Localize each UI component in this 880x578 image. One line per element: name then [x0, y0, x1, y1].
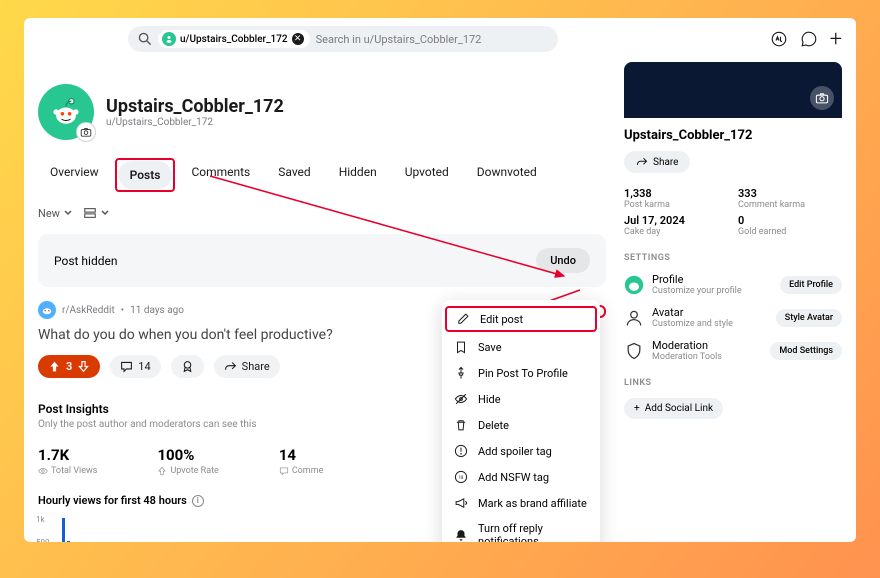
post-overflow-menu: Edit post Save Pin Post To Profile Hide … [442, 300, 600, 542]
profile-tabs: Overview Posts Comments Saved Hidden Upv… [38, 158, 606, 192]
info-icon[interactable]: i [192, 495, 204, 507]
shield-icon [624, 341, 644, 361]
cake-day-value: Jul 17, 2024 [624, 214, 728, 227]
profile-banner [624, 62, 842, 118]
chevron-down-icon [63, 208, 73, 218]
megaphone-icon [454, 496, 468, 510]
subreddit-link[interactable]: r/AskReddit [62, 305, 115, 316]
create-icon[interactable]: + [830, 27, 842, 52]
chip-label: u/Upstairs_Cobbler_172 [180, 34, 288, 45]
post-age: 11 days ago [130, 305, 184, 316]
ads-icon[interactable] [770, 30, 788, 48]
award-button[interactable] [171, 355, 204, 378]
chevron-down-icon [100, 208, 110, 218]
nsfw-icon: 18 [454, 470, 468, 484]
menu-pin[interactable]: Pin Post To Profile [442, 360, 600, 386]
eye-icon [38, 466, 48, 476]
chart-title: Hourly views for first 48 hours [38, 494, 187, 507]
tab-saved[interactable]: Saved [266, 158, 322, 192]
search-scope-chip[interactable]: u/Upstairs_Cobbler_172 ✕ [158, 30, 310, 48]
menu-brand[interactable]: Mark as brand affiliate [442, 490, 600, 516]
profile-avatar [38, 84, 94, 140]
views-value: 1.7K [38, 446, 97, 464]
pin-icon [454, 366, 468, 380]
tab-posts[interactable]: Posts [118, 161, 173, 189]
score: 3 [66, 360, 72, 373]
share-icon [224, 360, 237, 373]
menu-spoiler[interactable]: Add spoiler tag [442, 438, 600, 464]
menu-hide[interactable]: Hide [442, 386, 600, 412]
bell-icon [454, 528, 468, 542]
chat-icon[interactable] [800, 30, 818, 48]
chip-remove-icon[interactable]: ✕ [292, 33, 304, 45]
profile-avatar-small-icon [624, 275, 644, 295]
banner-camera-button[interactable] [810, 86, 834, 110]
menu-edit-post[interactable]: Edit post [445, 306, 597, 332]
profile-display-name: Upstairs_Cobbler_172 [106, 96, 284, 117]
comment-icon [120, 360, 133, 373]
edit-profile-button[interactable]: Edit Profile [780, 276, 842, 294]
camera-icon [815, 91, 829, 105]
svg-text:18: 18 [459, 476, 464, 481]
post-karma-value: 1,338 [624, 187, 728, 200]
tab-comments[interactable]: Comments [179, 158, 262, 192]
profile-handle: u/Upstairs_Cobbler_172 [106, 117, 284, 128]
award-icon [181, 360, 194, 373]
share-profile-button[interactable]: Share [624, 151, 690, 173]
undo-button[interactable]: Undo [536, 248, 590, 273]
layout-dropdown[interactable] [83, 206, 110, 220]
layout-icon [83, 206, 97, 220]
tab-overview[interactable]: Overview [38, 158, 111, 192]
sort-dropdown[interactable]: New [38, 207, 73, 220]
plus-icon: + [634, 403, 640, 414]
pencil-icon [456, 312, 470, 326]
comments-button[interactable]: 14 [110, 355, 160, 378]
mod-settings-button[interactable]: Mod Settings [770, 342, 842, 360]
upvote-icon[interactable] [48, 360, 61, 373]
gold-value: 0 [738, 214, 842, 227]
comment-small-icon [279, 466, 289, 476]
links-heading: LINKS [624, 378, 842, 388]
search-placeholder: Search in u/Upstairs_Cobbler_172 [316, 33, 482, 46]
menu-nsfw[interactable]: 18Add NSFW tag [442, 464, 600, 490]
chart-bar [62, 518, 65, 542]
sidebar-username: Upstairs_Cobbler_172 [624, 128, 842, 143]
upvote-small-icon [157, 466, 167, 476]
vote-pill[interactable]: 3 [38, 355, 100, 378]
search-bar[interactable]: u/Upstairs_Cobbler_172 ✕ Search in u/Ups… [128, 26, 558, 52]
avatar-icon [624, 308, 644, 328]
snoo-small-icon [41, 304, 53, 316]
exclaim-circle-icon [454, 444, 468, 458]
tab-hidden[interactable]: Hidden [327, 158, 389, 192]
share-icon [636, 156, 648, 168]
trash-icon [454, 418, 468, 432]
comment-karma-value: 333 [738, 187, 842, 200]
downvote-icon[interactable] [77, 360, 90, 373]
comments-value: 14 [279, 446, 324, 464]
menu-delete[interactable]: Delete [442, 412, 600, 438]
chart-bar [67, 541, 70, 542]
camera-icon [80, 126, 92, 138]
upvote-rate-value: 100% [157, 446, 218, 464]
bookmark-icon [454, 340, 468, 354]
subreddit-avatar[interactable] [38, 301, 56, 319]
menu-save[interactable]: Save [442, 334, 600, 360]
search-icon [138, 32, 152, 46]
share-button[interactable]: Share [214, 355, 280, 378]
tab-upvoted[interactable]: Upvoted [393, 158, 461, 192]
chip-avatar [162, 32, 176, 46]
tab-downvoted[interactable]: Downvoted [465, 158, 549, 192]
add-social-link-button[interactable]: +Add Social Link [624, 398, 723, 419]
eye-off-icon [454, 392, 468, 406]
post-hidden-notice: Post hidden Undo [38, 234, 606, 287]
notice-text: Post hidden [54, 254, 118, 268]
settings-heading: SETTINGS [624, 253, 842, 263]
avatar-camera-button[interactable] [76, 122, 96, 142]
menu-notifications[interactable]: Turn off reply notifications [442, 516, 600, 542]
style-avatar-button[interactable]: Style Avatar [776, 309, 842, 327]
